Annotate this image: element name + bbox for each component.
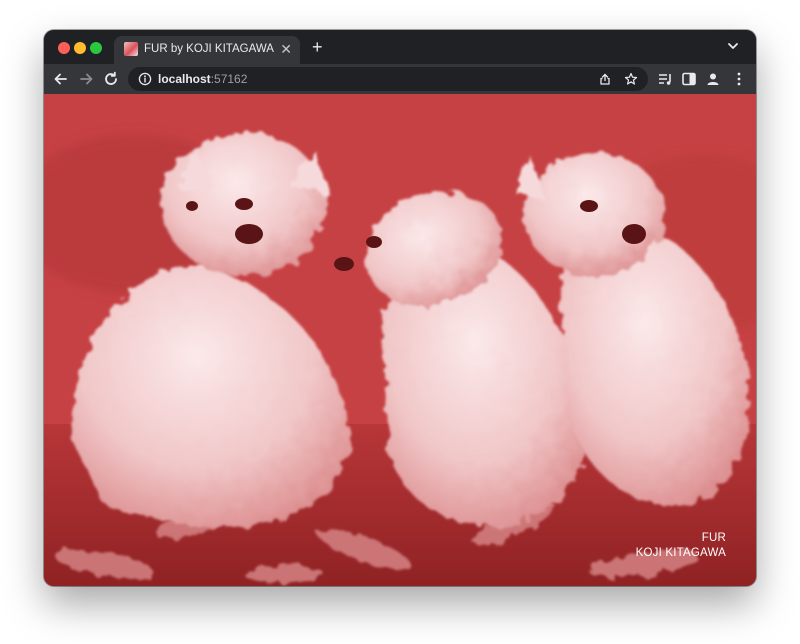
- tab-strip: FUR by KOJI KITAGAWA ✕ +: [44, 30, 756, 64]
- forward-arrow-icon[interactable]: [77, 70, 95, 88]
- url-host: localhost: [158, 72, 211, 86]
- address-bar[interactable]: localhost:57162: [128, 67, 648, 91]
- photo-favicon-icon: [124, 42, 138, 56]
- caption: FUR KOJI KITAGAWA: [636, 531, 726, 561]
- browser-toolbar: localhost:57162: [44, 64, 756, 94]
- window-close-button[interactable]: [58, 42, 70, 54]
- window-minimize-button[interactable]: [74, 42, 86, 54]
- reading-list-icon[interactable]: [656, 70, 674, 88]
- active-tab[interactable]: FUR by KOJI KITAGAWA ✕: [114, 36, 300, 64]
- profile-icon[interactable]: [704, 70, 722, 88]
- tab-close-icon[interactable]: ✕: [280, 41, 292, 57]
- info-icon[interactable]: [138, 72, 152, 86]
- puppies-photo: [44, 94, 756, 586]
- back-arrow-icon[interactable]: [52, 70, 70, 88]
- page-viewport: FUR KOJI KITAGAWA: [44, 94, 756, 586]
- more-menu-icon[interactable]: [730, 70, 748, 88]
- browser-window: FUR by KOJI KITAGAWA ✕ + localhost:57162…: [44, 30, 756, 586]
- tab-title: FUR by KOJI KITAGAWA: [144, 43, 274, 55]
- share-icon[interactable]: [598, 72, 612, 86]
- caption-title: FUR: [701, 532, 726, 544]
- url-port: :57162: [210, 72, 248, 86]
- bookmark-star-icon[interactable]: [624, 72, 638, 86]
- reload-icon[interactable]: [102, 70, 120, 88]
- caption-author: KOJI KITAGAWA: [635, 547, 726, 559]
- side-panel-icon[interactable]: [680, 70, 698, 88]
- new-tab-button[interactable]: +: [312, 37, 323, 57]
- tab-search-chevron-icon[interactable]: [726, 39, 740, 53]
- url-text: localhost:57162: [158, 72, 247, 86]
- window-zoom-button[interactable]: [90, 42, 102, 54]
